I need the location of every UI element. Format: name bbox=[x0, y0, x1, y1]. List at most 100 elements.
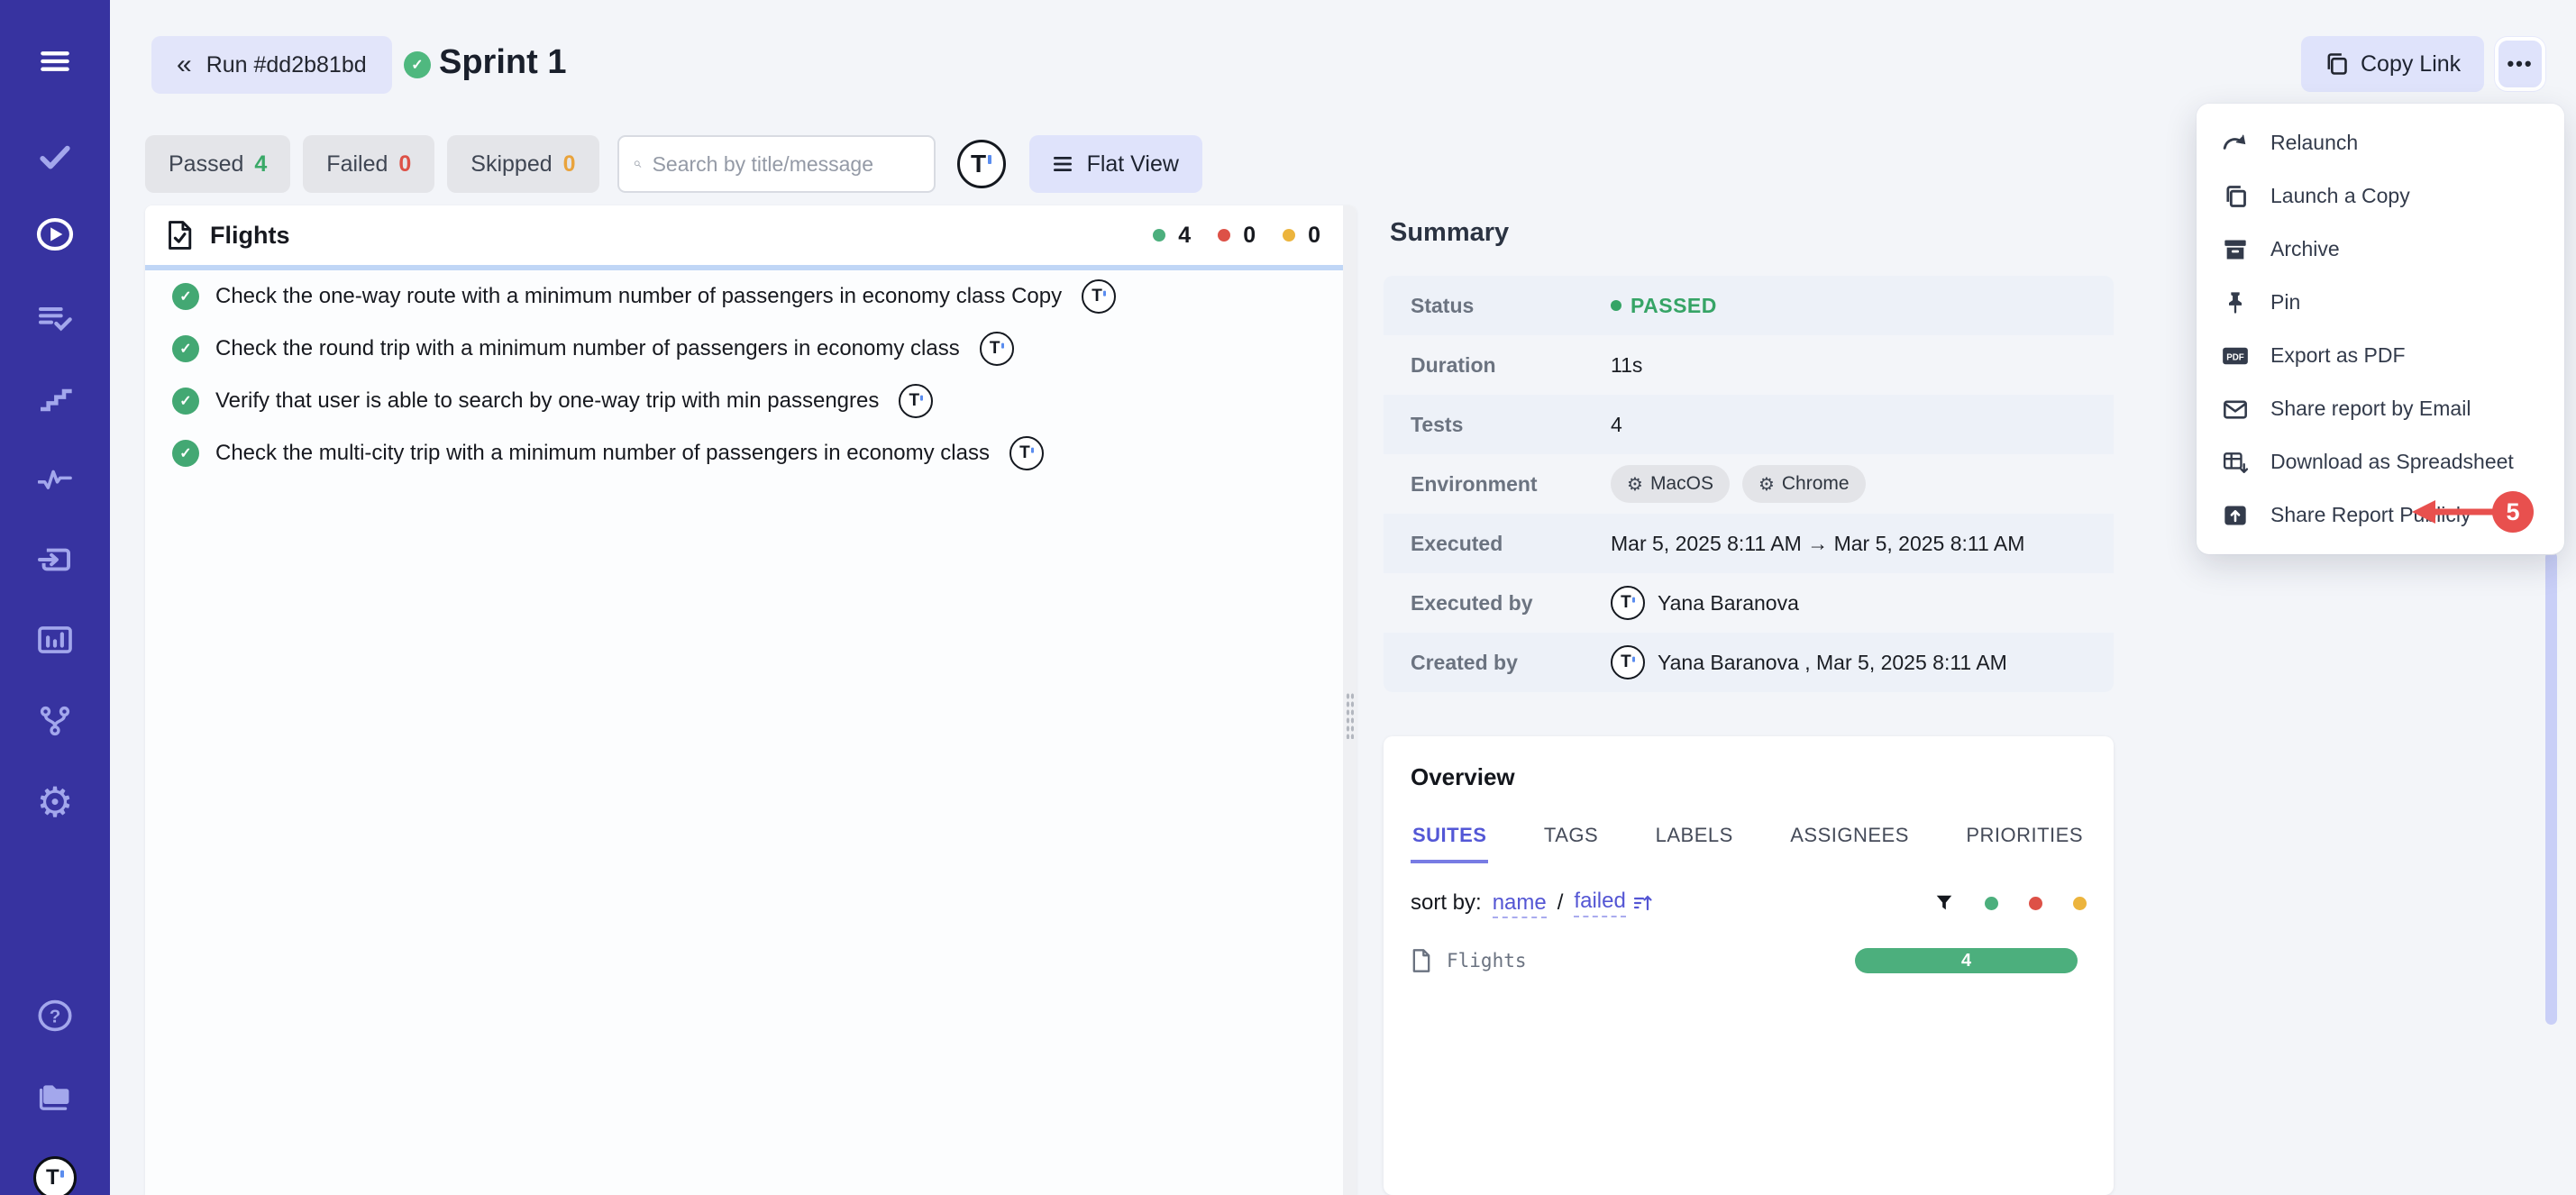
document-icon bbox=[1411, 948, 1432, 973]
menu-item-share-report-publicly[interactable]: Share Report Publicly bbox=[2197, 488, 2564, 542]
legend-skipped-dot-toggle[interactable] bbox=[2073, 897, 2087, 910]
copy-icon bbox=[2222, 183, 2249, 210]
ellipsis-icon: ••• bbox=[2507, 52, 2533, 76]
test-passed-check-icon: ✓ bbox=[172, 335, 199, 362]
sort-separator: / bbox=[1557, 890, 1564, 916]
tab-tags[interactable]: TAGS bbox=[1542, 824, 1600, 863]
menu-item-download-as-spreadsheet[interactable]: Download as Spreadsheet bbox=[2197, 435, 2564, 488]
menu-item-label: Share Report Publicly bbox=[2270, 503, 2471, 527]
legend-passed-dot-toggle[interactable] bbox=[1985, 897, 1998, 910]
menu-item-label: Export as PDF bbox=[2270, 343, 2406, 368]
test-row[interactable]: ✓ Check the round trip with a minimum nu… bbox=[145, 323, 1357, 375]
sidebar-item-steps-icon[interactable] bbox=[30, 373, 80, 424]
test-row[interactable]: ✓ Verify that user is able to search by … bbox=[145, 375, 1357, 427]
assignee-t-logo-icon bbox=[980, 332, 1014, 366]
sidebar-item-testplans-list-check-icon[interactable] bbox=[30, 293, 80, 343]
suite-skipped-count: 0 bbox=[1308, 223, 1320, 249]
created-by-label: Created by bbox=[1384, 651, 1611, 675]
user-avatar-t-logo-icon bbox=[1611, 586, 1645, 620]
filter-passed-chip[interactable]: Passed 4 bbox=[145, 135, 290, 193]
status-badge: PASSED bbox=[1611, 294, 1717, 318]
environment-chip-chrome: ⚙Chrome bbox=[1742, 465, 1866, 503]
test-title: Check the multi-city trip with a minimum… bbox=[215, 441, 990, 466]
copy-icon bbox=[2325, 51, 2348, 77]
flat-view-label: Flat View bbox=[1087, 151, 1179, 178]
tab-priorities[interactable]: PRIORITIES bbox=[1964, 824, 2085, 863]
overview-suite-row[interactable]: Flights 4 bbox=[1411, 948, 2087, 973]
assignee-filter-button[interactable] bbox=[957, 140, 1006, 188]
sidebar-item-pulse-icon[interactable] bbox=[30, 453, 80, 504]
tab-assignees[interactable]: ASSIGNEES bbox=[1788, 824, 1911, 863]
sidebar-item-settings-gear-icon[interactable]: ⚙ bbox=[30, 777, 80, 827]
failed-filter-label: Failed bbox=[326, 151, 388, 178]
filter-skipped-chip[interactable]: Skipped 0 bbox=[447, 135, 598, 193]
suite-passed-count: 4 bbox=[1178, 223, 1191, 249]
summary-row-duration: Duration 11s bbox=[1384, 335, 2114, 395]
suite-name: Flights bbox=[210, 222, 290, 250]
test-title: Verify that user is able to search by on… bbox=[215, 388, 879, 414]
flat-view-button[interactable]: Flat View bbox=[1029, 135, 1202, 193]
test-title: Check the one-way route with a minimum n… bbox=[215, 284, 1062, 309]
passed-dot-icon bbox=[1153, 229, 1165, 242]
menu-item-pin[interactable]: Pin bbox=[2197, 276, 2564, 329]
t-logo-icon bbox=[957, 140, 1006, 188]
sort-row: sort by: name / failed bbox=[1411, 889, 2087, 917]
menu-item-label: Pin bbox=[2270, 290, 2300, 315]
filter-funnel-button[interactable] bbox=[1934, 893, 1954, 913]
sidebar-item-branches-icon[interactable] bbox=[30, 696, 80, 746]
status-label: Status bbox=[1384, 294, 1611, 318]
summary-row-executed-by: Executed by Yana Baranova bbox=[1384, 573, 2114, 633]
back-to-run-button[interactable]: « Run #dd2b81bd bbox=[151, 36, 392, 94]
suite-header-flights[interactable]: Flights 4 0 0 bbox=[145, 205, 1357, 265]
tests-value: 4 bbox=[1611, 413, 1622, 437]
filter-failed-chip[interactable]: Failed 0 bbox=[303, 135, 434, 193]
assignee-t-logo-icon bbox=[899, 384, 933, 418]
menu-item-relaunch[interactable]: Relaunch bbox=[2197, 116, 2564, 169]
menu-item-share-report-by-email[interactable]: Share report by Email bbox=[2197, 382, 2564, 435]
t-logo-icon bbox=[33, 1156, 77, 1195]
skipped-dot-icon bbox=[1283, 229, 1295, 242]
sidebar-item-import-icon[interactable] bbox=[30, 534, 80, 585]
sidebar-item-projects-folder-icon[interactable] bbox=[30, 1071, 80, 1121]
sidebar-item-analytics-chart-icon[interactable] bbox=[30, 615, 80, 665]
spreadsheet-download-icon bbox=[2222, 449, 2249, 476]
panel-resize-handle[interactable] bbox=[1343, 205, 1357, 1195]
environment-label: Environment bbox=[1384, 472, 1611, 497]
vertical-scrollbar-thumb[interactable] bbox=[2545, 552, 2557, 1025]
run-passed-check-icon: ✓ bbox=[404, 51, 431, 78]
more-actions-button[interactable]: ••• bbox=[2495, 37, 2545, 91]
share-publicly-icon bbox=[2222, 502, 2249, 529]
sidebar-item-help-icon[interactable]: ? bbox=[30, 990, 80, 1041]
menu-item-archive[interactable]: Archive bbox=[2197, 223, 2564, 276]
passed-filter-count: 4 bbox=[254, 151, 267, 178]
sidebar-item-runs-play-icon[interactable] bbox=[30, 209, 80, 260]
sort-by-failed-link[interactable]: failed bbox=[1574, 889, 1625, 917]
sidebar: ⚙ ? bbox=[0, 0, 110, 1195]
workspace-logo-avatar[interactable] bbox=[30, 1153, 80, 1195]
copy-link-button[interactable]: Copy Link bbox=[2301, 36, 2484, 92]
menu-item-launch-a-copy[interactable]: Launch a Copy bbox=[2197, 169, 2564, 223]
test-row[interactable]: ✓ Check the one-way route with a minimum… bbox=[145, 270, 1357, 323]
search-icon bbox=[634, 153, 642, 175]
assignee-t-logo-icon bbox=[1009, 436, 1044, 470]
svg-text:?: ? bbox=[50, 1007, 61, 1027]
search-input[interactable] bbox=[653, 152, 919, 177]
test-passed-check-icon: ✓ bbox=[172, 388, 199, 415]
overview-tabs: SUITES TAGS LABELS ASSIGNEES PRIORITIES bbox=[1411, 824, 2085, 863]
page-title: Sprint 1 bbox=[439, 43, 566, 82]
summary-row-created-by: Created by Yana Baranova , Mar 5, 2025 8… bbox=[1384, 633, 2114, 692]
menu-item-export-as-pdf[interactable]: PDF Export as PDF bbox=[2197, 329, 2564, 382]
legend-failed-dot-toggle[interactable] bbox=[2029, 897, 2042, 910]
tests-label: Tests bbox=[1384, 413, 1611, 437]
overview-suite-name: Flights bbox=[1447, 950, 1527, 972]
list-view-icon bbox=[1053, 155, 1073, 173]
sidebar-item-tests-check-icon[interactable] bbox=[30, 132, 80, 182]
tab-suites[interactable]: SUITES bbox=[1411, 824, 1488, 863]
menu-hamburger-icon[interactable] bbox=[30, 36, 80, 87]
tab-labels[interactable]: LABELS bbox=[1654, 824, 1735, 863]
test-row[interactable]: ✓ Check the multi-city trip with a minim… bbox=[145, 427, 1357, 479]
pdf-icon: PDF bbox=[2222, 342, 2249, 369]
pin-icon bbox=[2222, 289, 2249, 316]
sort-by-name-link[interactable]: name bbox=[1493, 890, 1547, 918]
menu-item-label: Relaunch bbox=[2270, 131, 2358, 155]
